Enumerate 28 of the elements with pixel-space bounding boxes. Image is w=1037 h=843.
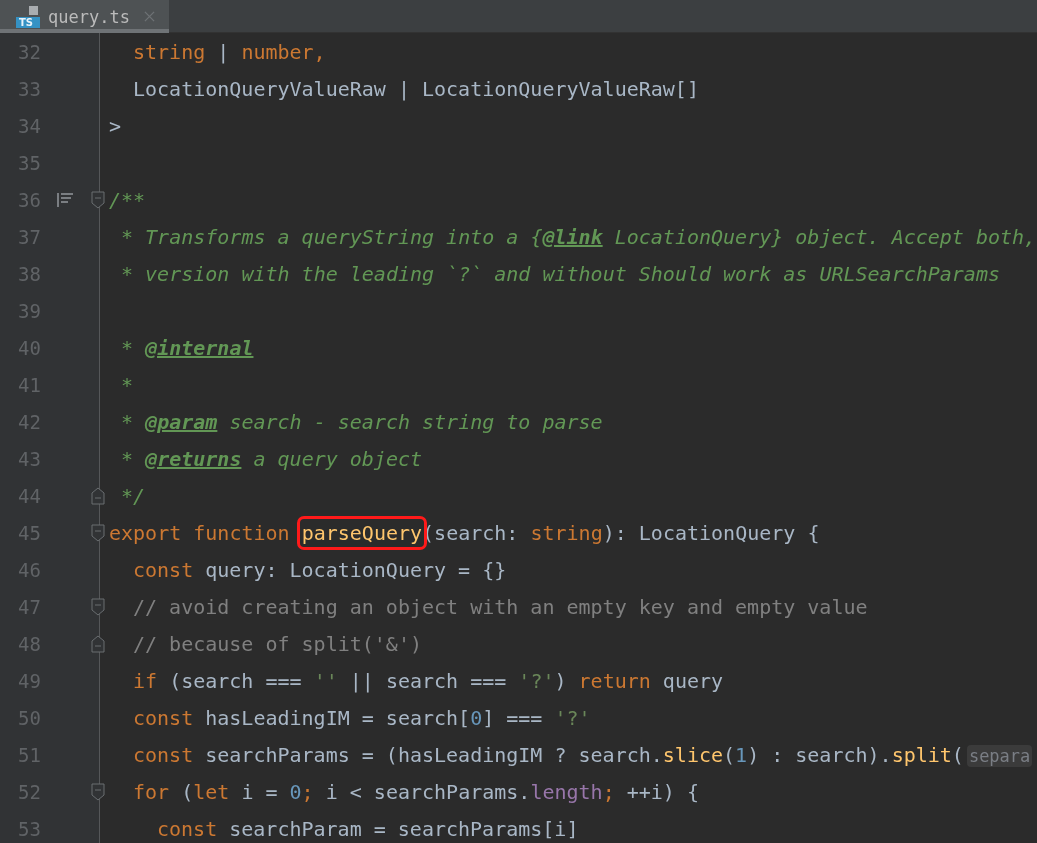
code-line: const hasLeadingIM = search[0] === '?' [132,705,591,730]
fold-icon[interactable] [91,191,105,209]
code-line: /** [108,187,146,212]
close-icon[interactable] [143,11,155,22]
code-line: * [120,372,134,397]
fold-end-icon[interactable] [91,487,105,505]
fold-icon[interactable] [91,783,105,801]
fold-icon[interactable] [91,524,105,542]
code-line: * @returns a query object [120,446,423,471]
code-line: * @internal [120,335,254,360]
fold-icon[interactable] [91,598,105,616]
fold-end-icon[interactable] [91,635,105,653]
code-line: */ [120,483,146,508]
code-line: if (search === '' || search === '?') return query [132,668,724,693]
code-line: const searchParams = (hasLeadingIM ? search.slice(1) : search).split( separa [132,742,1033,767]
rendered-doc-icon[interactable] [57,192,73,207]
code-line: * version with the leading `?` and without Should work as URLSearchParams [120,261,1000,286]
code-line: string | number, [132,39,326,64]
code-line: // avoid creating an object with an empty key and empty value [132,594,868,619]
code-line: * Transforms a queryString into a {@link LocationQuery} object. Accept both, [120,224,1037,249]
code-line: LocationQueryValueRaw | LocationQueryValueRaw[] [132,76,699,101]
code-line: * @param search - search string to parse [120,409,603,434]
file-tab[interactable]: TS query.ts [0,0,169,33]
code-line: for (let i = 0; i < searchParams.length; ++i) { [132,779,699,804]
code-line: // because of split('&') [132,631,422,656]
code-line: const searchParam = searchParams[i] [156,816,579,841]
code-line: const query: LocationQuery = {} [132,557,507,582]
code-line: > [108,113,122,138]
